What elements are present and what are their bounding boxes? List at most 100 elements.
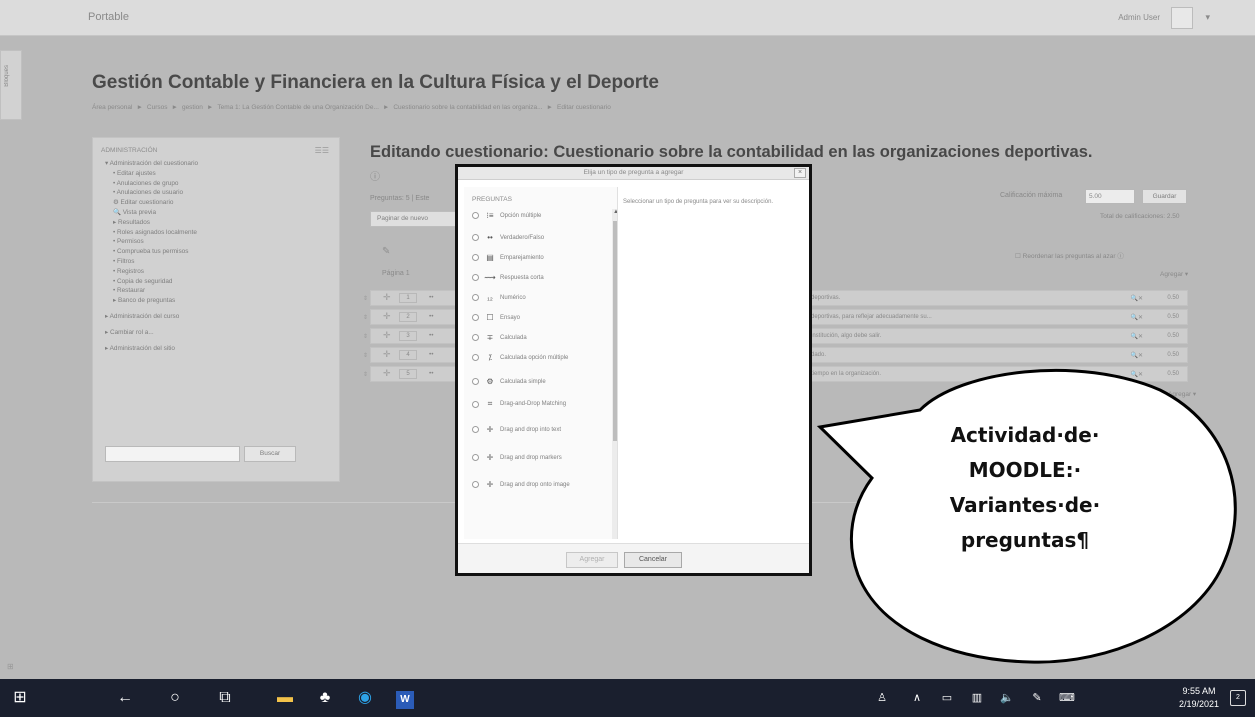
radio-button[interactable]: [472, 274, 479, 281]
windows-start-icon[interactable]: ⊞: [0, 679, 40, 717]
radio-button[interactable]: [472, 212, 479, 219]
admin-nav-item[interactable]: ▸ Administración del curso: [105, 312, 330, 322]
question-mark[interactable]: 0.50: [1167, 333, 1179, 339]
options-scrollbar[interactable]: ▲ ▼: [612, 209, 617, 539]
battery-icon[interactable]: ▭: [935, 679, 959, 717]
preview-delete-icons[interactable]: 🔍✕: [1131, 295, 1144, 302]
move-handle-icon[interactable]: ⇕: [363, 333, 368, 340]
question-text[interactable]: institución, algo debe salir.: [811, 333, 881, 339]
question-text[interactable]: deportivas.: [811, 295, 840, 301]
task-view-icon[interactable]: ⧉: [210, 679, 240, 717]
question-type-option[interactable]: ▤ Emparejamiento: [472, 253, 612, 262]
radio-button[interactable]: [472, 454, 479, 461]
close-icon[interactable]: ×: [794, 168, 806, 178]
question-type-option[interactable]: ✛ Drag and drop onto image: [472, 480, 612, 489]
admin-nav-item[interactable]: • Filtros: [105, 257, 330, 267]
radio-button[interactable]: [472, 314, 479, 321]
admin-nav-item[interactable]: ▸ Cambiar rol a...: [105, 328, 330, 338]
scroll-up-icon[interactable]: ▲: [613, 209, 617, 215]
radio-button[interactable]: [472, 294, 479, 301]
radio-button[interactable]: [472, 234, 479, 241]
edge-browser-icon[interactable]: ◉: [350, 679, 380, 717]
question-type-option[interactable]: ⁒ Calculada opción múltiple: [472, 353, 612, 362]
admin-nav-item[interactable]: ▸ Resultados: [105, 218, 330, 228]
move-icon[interactable]: ✛: [383, 349, 391, 360]
question-type-option[interactable]: ⚙ Calculada simple: [472, 377, 612, 386]
question-type-option[interactable]: ✛ Drag and drop markers: [472, 453, 612, 462]
admin-nav-item[interactable]: • Comprueba tus permisos: [105, 247, 330, 257]
breadcrumb-item[interactable]: Tema 1: La Gestión Contable de una Organ…: [217, 104, 379, 111]
word-icon[interactable]: W: [390, 679, 420, 717]
block-actions-icon[interactable]: ☰☰: [315, 146, 329, 155]
breadcrumb-item[interactable]: Cursos: [147, 104, 168, 111]
avatar[interactable]: [1171, 7, 1193, 29]
radio-button[interactable]: [472, 481, 479, 488]
preview-delete-icons[interactable]: 🔍✕: [1131, 333, 1144, 340]
solitaire-icon[interactable]: ♣: [310, 679, 340, 717]
question-mark[interactable]: 0.50: [1167, 314, 1179, 320]
notifications-icon[interactable]: 2: [1230, 690, 1246, 706]
question-mark[interactable]: 0.50: [1167, 352, 1179, 358]
radio-button[interactable]: [472, 378, 479, 385]
save-button[interactable]: Guardar: [1142, 189, 1187, 204]
breadcrumb-item[interactable]: Editar cuestionario: [557, 104, 611, 111]
move-icon[interactable]: ✛: [383, 368, 391, 379]
admin-nav-item[interactable]: 🔍 Vista previa: [105, 208, 330, 218]
preview-delete-icons[interactable]: 🔍✕: [1131, 352, 1144, 359]
admin-nav-item[interactable]: • Roles asignados localmente: [105, 228, 330, 238]
edit-pencil-icon[interactable]: ✎: [382, 246, 390, 257]
question-text[interactable]: deportivas, para reflejar adecuadamente …: [811, 314, 932, 320]
question-mark[interactable]: 0.50: [1167, 295, 1179, 301]
repaginate-button[interactable]: Paginar de nuevo: [370, 211, 462, 227]
admin-nav-item[interactable]: ▸ Banco de preguntas: [105, 296, 330, 306]
question-mark[interactable]: 0.50: [1167, 371, 1179, 377]
move-handle-icon[interactable]: ⇕: [363, 352, 368, 359]
admin-nav-item[interactable]: • Anulaciones de usuario: [105, 188, 330, 198]
admin-nav-item[interactable]: • Anulaciones de grupo: [105, 179, 330, 189]
scrollbar-thumb[interactable]: [613, 221, 617, 441]
radio-button[interactable]: [472, 400, 479, 408]
move-handle-icon[interactable]: ⇕: [363, 295, 368, 302]
admin-nav-item[interactable]: • Copia de seguridad: [105, 277, 330, 287]
question-text[interactable]: dado.: [811, 352, 826, 358]
breadcrumb-item[interactable]: gestion: [182, 104, 203, 111]
admin-nav-item[interactable]: • Registros: [105, 267, 330, 277]
question-type-option[interactable]: ☐ Ensayo: [472, 313, 612, 322]
question-type-option[interactable]: ₁₂ Numérico: [472, 293, 612, 302]
question-type-option[interactable]: ⁝≡ Opción múltiple: [472, 211, 612, 220]
admin-nav-item[interactable]: • Restaurar: [105, 286, 330, 296]
radio-button[interactable]: [472, 426, 479, 433]
preview-delete-icons[interactable]: 🔍✕: [1131, 314, 1144, 321]
admin-nav-item[interactable]: • Editar ajustes: [105, 169, 330, 179]
breadcrumb-item[interactable]: Área personal: [92, 104, 132, 111]
user-name[interactable]: Admin User: [1118, 13, 1160, 22]
bottom-icon[interactable]: ⊞: [7, 662, 14, 671]
add-button[interactable]: Agregar: [566, 552, 618, 568]
taskbar-clock[interactable]: 9:55 AM 2/19/2021: [1176, 685, 1222, 711]
admin-nav-item[interactable]: ⚙ Editar cuestionario: [105, 198, 330, 208]
radio-button[interactable]: [472, 334, 479, 341]
volume-icon[interactable]: 🔈: [995, 679, 1019, 717]
question-type-option[interactable]: ✛ Drag and drop into text: [472, 425, 612, 434]
move-icon[interactable]: ✛: [383, 311, 391, 322]
admin-nav-item[interactable]: • Permisos: [105, 237, 330, 247]
people-icon[interactable]: ♙: [870, 679, 894, 717]
file-explorer-icon[interactable]: ▬: [270, 679, 300, 717]
move-icon[interactable]: ✛: [383, 330, 391, 341]
move-icon[interactable]: ✛: [383, 292, 391, 303]
network-icon[interactable]: ▥: [965, 679, 989, 717]
breadcrumb-item[interactable]: Cuestionario sobre la contabilidad en la…: [393, 104, 542, 111]
preview-delete-icons[interactable]: 🔍✕: [1131, 371, 1144, 378]
max-grade-input[interactable]: 5.00: [1085, 189, 1135, 204]
help-icon[interactable]: ⓘ: [370, 168, 380, 183]
question-text[interactable]: tiempo en la organización.: [811, 371, 881, 377]
move-handle-icon[interactable]: ⇕: [363, 371, 368, 378]
blocks-drawer-tab[interactable]: Bloques: [0, 50, 22, 120]
search-circle-icon[interactable]: ○: [160, 679, 190, 717]
cancel-button[interactable]: Cancelar: [624, 552, 682, 568]
user-menu-caret-icon[interactable]: ▾: [1205, 12, 1210, 23]
question-type-option[interactable]: ⟿ Respuesta corta: [472, 273, 612, 282]
admin-nav-item[interactable]: ▾ Administración del cuestionario: [105, 159, 330, 169]
radio-button[interactable]: [472, 254, 479, 261]
question-type-option[interactable]: ⌗ Drag-and-Drop Matching: [472, 399, 612, 409]
